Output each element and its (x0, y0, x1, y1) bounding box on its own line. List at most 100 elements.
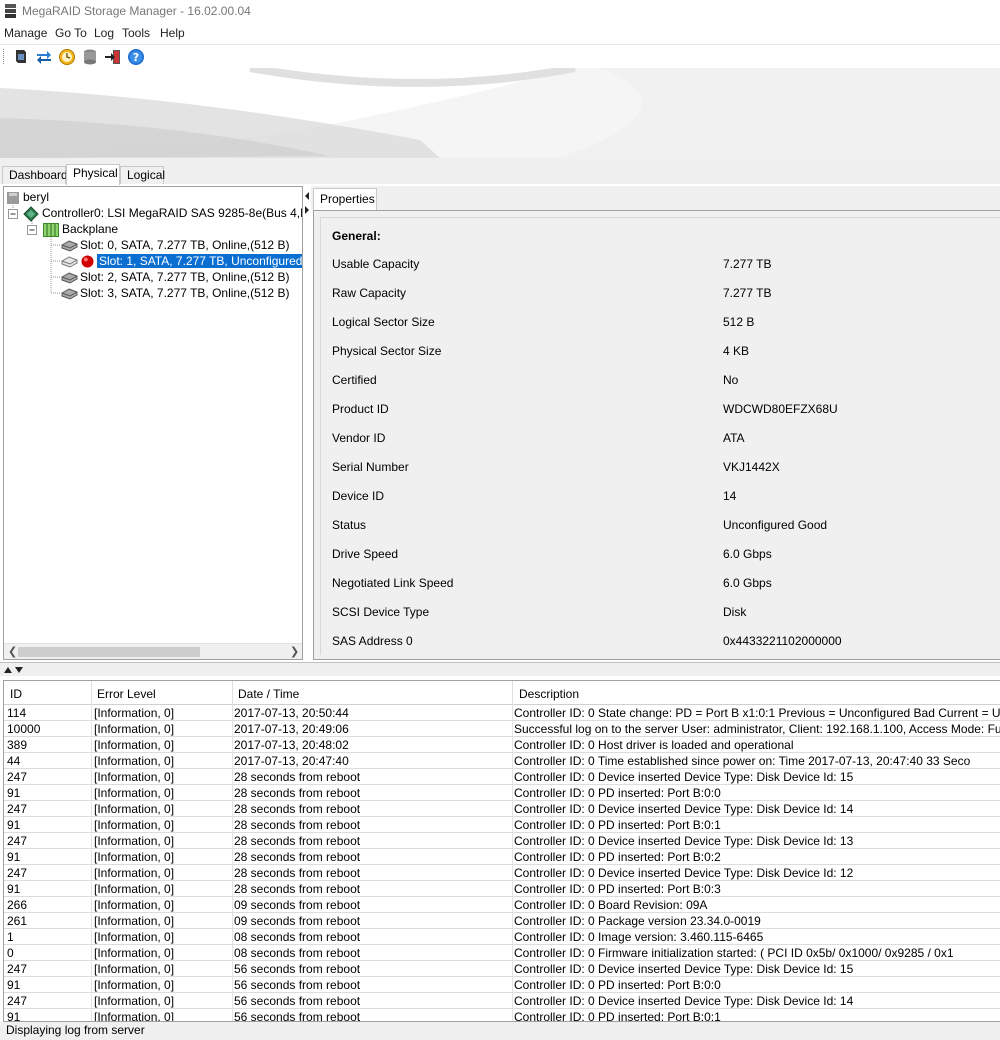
property-row: Certified No (321, 373, 1000, 391)
tree-backplane[interactable]: Backplane (4, 222, 302, 238)
table-row[interactable]: 261 [Information, 0] 09 seconds from reboo… (4, 913, 1000, 929)
property-value: 4 KB (723, 344, 750, 358)
log-cell-id: 1 (7, 930, 14, 944)
property-row: Drive Speed 6.0 Gbps (321, 547, 1000, 565)
table-row[interactable]: 247 [Information, 0] 28 seconds from reboo… (4, 865, 1000, 881)
log-cell-error-level: [Information, 0] (94, 738, 175, 752)
log-cell-id: 91 (7, 818, 21, 832)
tree-horizontal-scrollbar[interactable]: ❮ ❯ (4, 643, 302, 659)
table-row[interactable]: 247 [Information, 0] 28 seconds from reboo… (4, 833, 1000, 849)
table-row[interactable]: 10000 [Information, 0] 2017-07-13, 20:49:0… (4, 721, 1000, 737)
table-row[interactable]: 91 [Information, 0] 56 seconds from reboot… (4, 1009, 1000, 1022)
scroll-left-icon[interactable]: ❮ (8, 645, 17, 658)
tab-dashboard[interactable]: Dashboard (2, 166, 68, 184)
event-log-table: ID Error Level Date / Time Description 1… (3, 680, 1000, 1022)
column-header-description[interactable]: Description (519, 687, 579, 701)
menu-manage[interactable]: Manage (4, 26, 47, 40)
log-cell-description: Controller ID: 0 Time established since … (514, 754, 971, 768)
host-icon (7, 192, 19, 204)
tree-controller[interactable]: Controller0: LSI MegaRAID SAS 9285-8e(Bu… (4, 206, 302, 222)
tab-logical[interactable]: Logical (120, 166, 166, 184)
panel-divider[interactable] (0, 662, 1000, 676)
column-header-id[interactable]: ID (10, 687, 22, 701)
property-value: 7.277 TB (723, 257, 772, 271)
log-cell-description: Controller ID: 0 PD inserted: Port B:0:2 (514, 850, 721, 864)
menu-help[interactable]: Help (160, 26, 185, 40)
property-value: Unconfigured Good (723, 518, 828, 532)
collapse-icon[interactable] (8, 209, 18, 219)
expand-collapse-arrows-icon[interactable] (3, 666, 27, 674)
database-icon[interactable] (81, 48, 99, 66)
table-row[interactable]: 389 [Information, 0] 2017-07-13, 20:48:02 C… (4, 737, 1000, 753)
log-cell-date-time: 28 seconds from reboot (234, 882, 361, 896)
server-icon[interactable] (12, 48, 30, 66)
property-row: SAS Address 0 0x4433221102000000 (321, 634, 1000, 652)
property-value: 7.277 TB (723, 286, 772, 300)
table-row[interactable]: 114 [Information, 0] 2017-07-13, 20:50:44 C… (4, 705, 1000, 721)
table-row[interactable]: 91 [Information, 0] 28 seconds from reboot… (4, 849, 1000, 865)
scrollbar-thumb[interactable] (18, 647, 200, 657)
log-cell-id: 247 (7, 866, 28, 880)
table-row[interactable]: 1 [Information, 0] 08 seconds from reboot C… (4, 929, 1000, 945)
table-row[interactable]: 0 [Information, 0] 08 seconds from reboot C… (4, 945, 1000, 961)
table-row[interactable]: 91 [Information, 0] 28 seconds from reboot… (4, 817, 1000, 833)
property-value: 6.0 Gbps (723, 547, 772, 561)
table-row[interactable]: 266 [Information, 0] 09 seconds from reboo… (4, 897, 1000, 913)
menu-goto[interactable]: Go To (55, 26, 87, 40)
property-key: Usable Capacity (332, 257, 420, 271)
column-header-error-level[interactable]: Error Level (97, 687, 156, 701)
section-title: General: (332, 229, 381, 243)
table-row[interactable]: 91 [Information, 0] 28 seconds from reboot… (4, 881, 1000, 897)
log-cell-error-level: [Information, 0] (94, 930, 175, 944)
table-row[interactable]: 247 [Information, 0] 56 seconds from reboo… (4, 993, 1000, 1009)
scroll-right-icon[interactable]: ❯ (290, 645, 299, 658)
log-cell-error-level: [Information, 0] (94, 850, 175, 864)
toolbar-grip[interactable] (3, 49, 5, 64)
clock-icon[interactable] (58, 48, 76, 66)
splitter-collapse-arrows[interactable] (304, 190, 310, 220)
log-cell-id: 91 (7, 850, 21, 864)
log-cell-error-level: [Information, 0] (94, 770, 175, 784)
log-cell-id: 91 (7, 1010, 21, 1022)
property-value: ATA (723, 431, 745, 445)
log-cell-error-level: [Information, 0] (94, 706, 175, 720)
tree-slot-3[interactable]: Slot: 3, SATA, 7.277 TB, Online,(512 B) (4, 286, 302, 302)
tab-physical[interactable]: Physical (66, 164, 120, 185)
menu-bar: Manage Go To Log Tools Help (0, 24, 1000, 44)
property-key: Drive Speed (332, 547, 399, 561)
log-cell-description: Controller ID: 0 PD inserted: Port B:0:0 (514, 978, 721, 992)
table-row[interactable]: 247 [Information, 0] 56 seconds from reboo… (4, 961, 1000, 977)
tab-properties[interactable]: Properties (313, 188, 377, 210)
property-key: Product ID (332, 402, 389, 416)
table-row[interactable]: 247 [Information, 0] 28 seconds from reboo… (4, 801, 1000, 817)
log-cell-date-time: 28 seconds from reboot (234, 834, 361, 848)
log-cell-date-time: 28 seconds from reboot (234, 850, 361, 864)
menu-tools[interactable]: Tools (122, 26, 150, 40)
tree-slot-0[interactable]: Slot: 0, SATA, 7.277 TB, Online,(512 B) (4, 238, 302, 254)
exit-icon[interactable] (104, 48, 122, 66)
log-cell-date-time: 28 seconds from reboot (234, 786, 361, 800)
table-row[interactable]: 247 [Information, 0] 28 seconds from reboo… (4, 769, 1000, 785)
table-row[interactable]: 44 [Information, 0] 2017-07-13, 20:47:40 Co… (4, 753, 1000, 769)
refresh-icon[interactable] (35, 48, 53, 66)
column-separator[interactable] (91, 681, 92, 705)
log-cell-description: Controller ID: 0 State change: PD = Port… (514, 706, 1000, 720)
help-icon[interactable]: ? (127, 48, 145, 66)
property-row: Physical Sector Size 4 KB (321, 344, 1000, 362)
column-header-date-time[interactable]: Date / Time (238, 687, 299, 701)
tree-slot-1[interactable]: Slot: 1, SATA, 7.277 TB, Unconfigured (4, 254, 302, 270)
column-separator[interactable] (512, 681, 513, 705)
window-title: MegaRAID Storage Manager - 16.02.00.04 (22, 4, 251, 18)
tab-properties-label: Properties (320, 192, 375, 206)
collapse-icon[interactable] (27, 225, 37, 235)
tab-logical-label: Logical (127, 168, 166, 182)
tree-slot-2[interactable]: Slot: 2, SATA, 7.277 TB, Online,(512 B) (4, 270, 302, 286)
table-row[interactable]: 91 [Information, 0] 56 seconds from reboot… (4, 977, 1000, 993)
log-cell-id: 0 (7, 946, 14, 960)
table-row[interactable]: 91 [Information, 0] 28 seconds from reboot… (4, 785, 1000, 801)
menu-log[interactable]: Log (94, 26, 114, 40)
log-header: ID Error Level Date / Time Description (4, 681, 1000, 705)
column-separator[interactable] (232, 681, 233, 705)
tree-host[interactable]: beryl (4, 190, 302, 206)
log-cell-error-level: [Information, 0] (94, 866, 175, 880)
